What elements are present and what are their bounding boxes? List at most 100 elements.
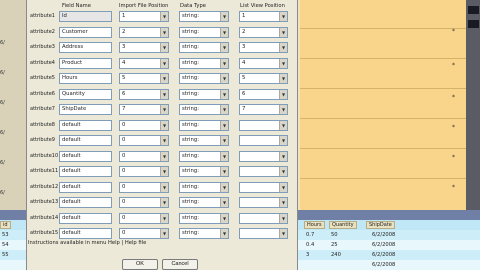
chevron-down-icon[interactable]: ▼ (160, 167, 168, 176)
chevron-down-icon[interactable]: ▼ (160, 213, 168, 223)
data-type-select[interactable]: string: ▼ (179, 212, 229, 224)
field-name-input[interactable]: default (59, 197, 112, 208)
list-view-position-select[interactable]: ▼ (239, 212, 288, 224)
data-type-select[interactable]: string: ▼ (179, 73, 229, 84)
import-position-select[interactable]: 6 ▼ (119, 88, 169, 100)
col-header-id[interactable]: id (0, 221, 11, 229)
list-view-position-select[interactable]: ▼ (239, 228, 288, 239)
chevron-down-icon[interactable]: ▼ (220, 182, 228, 192)
chevron-down-icon[interactable]: ▼ (220, 27, 228, 37)
chevron-down-icon[interactable]: ▼ (220, 12, 228, 21)
field-name-input[interactable]: default (59, 150, 112, 162)
list-view-position-select[interactable]: ▼ (239, 119, 288, 131)
chevron-down-icon[interactable]: ▼ (160, 229, 168, 238)
data-type-select[interactable]: string: ▼ (179, 26, 229, 38)
chevron-down-icon[interactable]: ▼ (220, 198, 228, 207)
data-type-select[interactable]: string: ▼ (179, 228, 229, 239)
chevron-down-icon[interactable]: ▼ (160, 74, 168, 83)
field-name-input[interactable]: Customer (59, 26, 112, 38)
data-type-select[interactable]: string: ▼ (179, 150, 229, 162)
data-type-select[interactable]: string: ▼ (179, 57, 229, 69)
field-name-input[interactable]: default (59, 135, 112, 146)
list-view-position-select[interactable]: 4 ▼ (239, 57, 288, 69)
chevron-down-icon[interactable]: ▼ (160, 120, 168, 130)
import-position-select[interactable]: 0 ▼ (119, 212, 169, 224)
chevron-down-icon[interactable]: ▼ (279, 74, 287, 83)
field-name-input[interactable]: Quantity (59, 88, 112, 100)
ok-button[interactable]: OK (122, 259, 158, 270)
field-name-input[interactable]: default (59, 228, 112, 239)
list-view-position-select[interactable]: ▼ (239, 166, 288, 177)
import-position-select[interactable]: 2 ▼ (119, 26, 169, 38)
list-view-position-select[interactable]: 7 ▼ (239, 104, 288, 115)
field-name-input[interactable]: default (59, 181, 112, 193)
import-position-select[interactable]: 0 ▼ (119, 166, 169, 177)
list-view-position-select[interactable]: 6 ▼ (239, 88, 288, 100)
import-position-select[interactable]: 0 ▼ (119, 150, 169, 162)
chevron-down-icon[interactable]: ▼ (160, 43, 168, 52)
chevron-down-icon[interactable]: ▼ (279, 58, 287, 68)
cancel-button[interactable]: Cancel (162, 259, 198, 270)
chevron-down-icon[interactable]: ▼ (160, 136, 168, 145)
chevron-down-icon[interactable]: ▼ (279, 229, 287, 238)
field-name-input[interactable]: default (59, 119, 112, 131)
chevron-down-icon[interactable]: ▼ (220, 213, 228, 223)
data-type-select[interactable]: string: ▼ (179, 42, 229, 53)
import-position-select[interactable]: 3 ▼ (119, 42, 169, 53)
import-position-select[interactable]: 5 ▼ (119, 73, 169, 84)
chevron-down-icon[interactable]: ▼ (220, 136, 228, 145)
chevron-down-icon[interactable]: ▼ (160, 89, 168, 99)
list-view-position-select[interactable]: ▼ (239, 150, 288, 162)
chevron-down-icon[interactable]: ▼ (279, 12, 287, 21)
chevron-down-icon[interactable]: ▼ (220, 167, 228, 176)
chevron-down-icon[interactable]: ▼ (279, 182, 287, 192)
chevron-down-icon[interactable]: ▼ (279, 213, 287, 223)
import-position-select[interactable]: 1 ▼ (119, 11, 169, 22)
chevron-down-icon[interactable]: ▼ (220, 105, 228, 114)
field-name-input[interactable]: default (59, 166, 112, 177)
import-position-select[interactable]: 7 ▼ (119, 104, 169, 115)
chevron-down-icon[interactable]: ▼ (160, 58, 168, 68)
import-position-select[interactable]: 0 ▼ (119, 197, 169, 208)
chevron-down-icon[interactable]: ▼ (279, 89, 287, 99)
data-type-select[interactable]: string: ▼ (179, 11, 229, 22)
list-view-position-select[interactable]: ▼ (239, 135, 288, 146)
list-view-position-select[interactable]: ▼ (239, 181, 288, 193)
import-position-select[interactable]: 0 ▼ (119, 181, 169, 193)
chevron-down-icon[interactable]: ▼ (279, 43, 287, 52)
data-type-select[interactable]: string: ▼ (179, 166, 229, 177)
data-type-select[interactable]: string: ▼ (179, 135, 229, 146)
list-view-position-select[interactable]: ▼ (239, 197, 288, 208)
chevron-down-icon[interactable]: ▼ (160, 182, 168, 192)
chevron-down-icon[interactable]: ▼ (160, 27, 168, 37)
chevron-down-icon[interactable]: ▼ (220, 89, 228, 99)
import-position-select[interactable]: 0 ▼ (119, 119, 169, 131)
chevron-down-icon[interactable]: ▼ (160, 12, 168, 21)
import-position-select[interactable]: 4 ▼ (119, 57, 169, 69)
field-name-input[interactable]: default (59, 212, 112, 224)
list-view-position-select[interactable]: 5 ▼ (239, 73, 288, 84)
col-header-shipdate[interactable]: ShipDate (366, 221, 395, 229)
chevron-down-icon[interactable]: ▼ (220, 151, 228, 161)
chevron-down-icon[interactable]: ▼ (160, 151, 168, 161)
field-name-input[interactable]: Hours (59, 73, 112, 84)
data-type-select[interactable]: string: ▼ (179, 181, 229, 193)
chevron-down-icon[interactable]: ▼ (220, 43, 228, 52)
chevron-down-icon[interactable]: ▼ (160, 105, 168, 114)
data-type-select[interactable]: string: ▼ (179, 104, 229, 115)
chevron-down-icon[interactable]: ▼ (160, 198, 168, 207)
col-header-quantity[interactable]: Quantity (329, 221, 357, 229)
chevron-down-icon[interactable]: ▼ (279, 105, 287, 114)
chevron-down-icon[interactable]: ▼ (279, 167, 287, 176)
field-name-input[interactable]: Product (59, 57, 112, 69)
data-type-select[interactable]: string: ▼ (179, 88, 229, 100)
field-name-input[interactable]: Id (59, 11, 112, 22)
data-type-select[interactable]: string: ▼ (179, 197, 229, 208)
chevron-down-icon[interactable]: ▼ (279, 151, 287, 161)
list-view-position-select[interactable]: 2 ▼ (239, 26, 288, 38)
data-type-select[interactable]: string: ▼ (179, 119, 229, 131)
list-view-position-select[interactable]: 1 ▼ (239, 11, 288, 22)
chevron-down-icon[interactable]: ▼ (279, 120, 287, 130)
import-position-select[interactable]: 0 ▼ (119, 228, 169, 239)
chevron-down-icon[interactable]: ▼ (220, 58, 228, 68)
